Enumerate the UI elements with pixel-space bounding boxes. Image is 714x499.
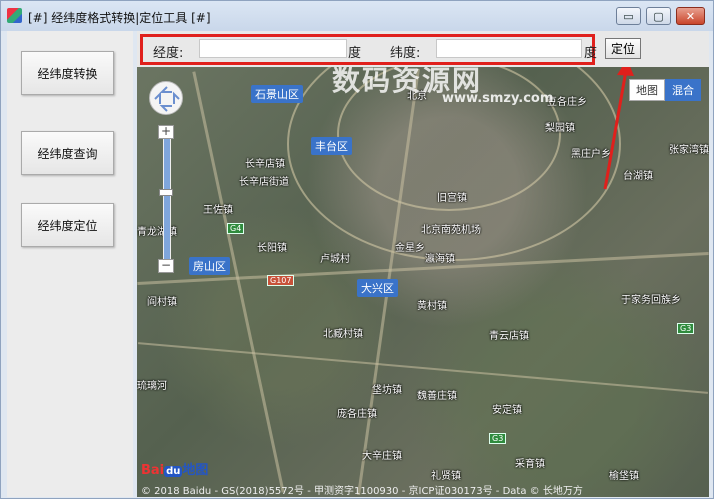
minimize-button[interactable]: ▭: [616, 7, 641, 25]
locate-nav-button[interactable]: 经纬度定位: [21, 203, 114, 247]
latitude-unit: 度: [584, 46, 598, 61]
latitude-label: 纬度:: [390, 46, 421, 61]
convert-button[interactable]: 经纬度转换: [21, 51, 114, 95]
map-view[interactable]: 石景山区 丰台区 房山区 大兴区 长辛店镇 长辛店街道 王佐镇 青龙湖镇 长阳镇…: [137, 67, 709, 497]
sidebar: 经纬度转换 经纬度查询 经纬度定位: [7, 31, 133, 497]
window-title: [#] 经纬度格式转换|定位工具 [#]: [28, 11, 211, 25]
title-bar[interactable]: [#] 经纬度格式转换|定位工具 [#] ▭ ▢ ✕: [1, 1, 713, 31]
app-window: [#] 经纬度格式转换|定位工具 [#] ▭ ▢ ✕ 经纬度转换 经纬度查询 经…: [0, 0, 714, 499]
longitude-input[interactable]: [199, 39, 347, 58]
locate-button[interactable]: 定位: [605, 38, 641, 59]
coordinate-toolbar: 经度: 度 纬度: 度 定位: [137, 31, 709, 67]
maximize-button[interactable]: ▢: [646, 7, 671, 25]
app-icon: [7, 8, 22, 23]
query-button[interactable]: 经纬度查询: [21, 131, 114, 175]
close-button[interactable]: ✕: [676, 7, 705, 25]
longitude-unit: 度: [348, 46, 362, 61]
latitude-input[interactable]: [436, 39, 582, 58]
longitude-label: 经度:: [153, 46, 184, 61]
red-arrow-icon: [603, 67, 634, 190]
